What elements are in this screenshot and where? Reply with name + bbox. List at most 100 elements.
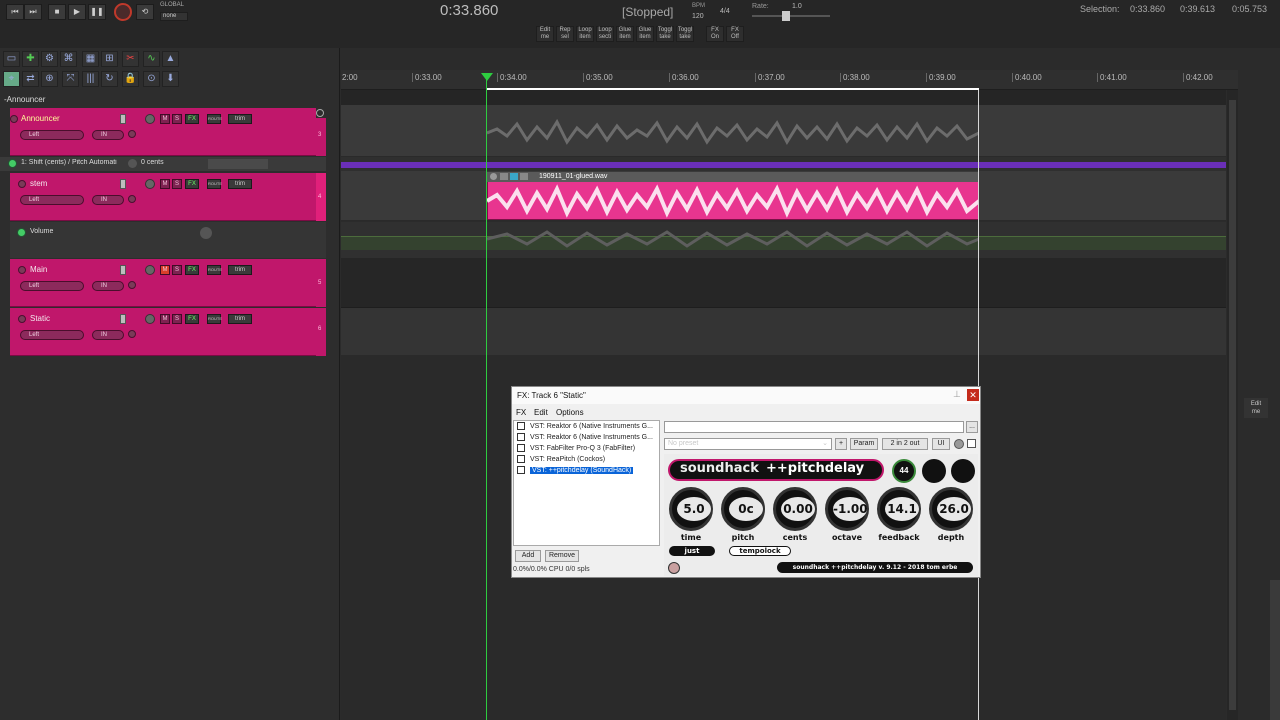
metronome-icon[interactable]: ▲: [162, 51, 179, 67]
select-tool-icon[interactable]: ⌖: [3, 71, 20, 87]
fx-list-item[interactable]: VST: Reaktor 6 (Native Instruments G...: [517, 422, 653, 433]
envelope-power-icon[interactable]: [8, 159, 17, 168]
snap-icon[interactable]: ⊕: [41, 71, 58, 87]
new-track-icon[interactable]: ▭: [3, 51, 20, 67]
zoom-icon[interactable]: ⊙: [143, 71, 160, 87]
trim-button[interactable]: trim: [228, 179, 252, 189]
toolbar-glue2-button[interactable]: Glue item: [636, 26, 654, 42]
route-button[interactable]: ROUTE: [207, 265, 222, 275]
add-fx-button[interactable]: Add: [515, 550, 541, 562]
solo-button[interactable]: S: [172, 265, 182, 275]
global-automation-select[interactable]: none: [160, 12, 188, 21]
monitor-icon[interactable]: [128, 330, 136, 338]
bypass-checkbox[interactable]: [517, 455, 525, 463]
pan-knob[interactable]: [145, 314, 155, 324]
lock-icon[interactable]: 🔒: [122, 71, 139, 87]
toolbar-fx-on-button[interactable]: FX On: [706, 26, 724, 42]
toolbar-toggle-take2-button[interactable]: Toggl take: [676, 26, 694, 42]
toolbar-loop-item-button[interactable]: Loop item: [576, 26, 594, 42]
add-icon[interactable]: ✚: [22, 51, 39, 67]
trim-button[interactable]: trim: [228, 314, 252, 324]
time-signature[interactable]: 4/4: [720, 8, 730, 15]
crossfade-icon[interactable]: ⤧: [62, 71, 79, 87]
toolbar-fx-off-button[interactable]: FX Off: [726, 26, 744, 42]
plugin-name-field[interactable]: [664, 421, 964, 433]
fx-list-item[interactable]: VST: ReaPitch (Cockos): [517, 455, 605, 466]
track-name[interactable]: Announcer: [21, 114, 60, 123]
stop-button[interactable]: ■: [48, 4, 66, 20]
edit-cursor[interactable]: [486, 78, 487, 720]
input-select[interactable]: Left: [20, 330, 84, 340]
more-button[interactable]: ...: [966, 421, 978, 433]
route-button[interactable]: ROUTE: [207, 179, 222, 189]
toolbar-glue-button[interactable]: Glue item: [616, 26, 634, 42]
depth-knob[interactable]: 26.0: [929, 487, 973, 531]
envelope-icon[interactable]: ∿: [143, 51, 160, 67]
input-monitor-button[interactable]: IN: [92, 195, 124, 205]
tempolock-toggle[interactable]: tempolock: [729, 546, 791, 556]
loop-icon[interactable]: ↻: [101, 71, 118, 87]
volume-fader[interactable]: [120, 265, 126, 275]
preset-select[interactable]: No preset ⌄: [664, 438, 832, 450]
fx-button[interactable]: FX: [185, 314, 199, 324]
fx-list-item[interactable]: VST: Reaktor 6 (Native Instruments G...: [517, 433, 653, 444]
ripple-icon[interactable]: ⇄: [22, 71, 39, 87]
settings-icon[interactable]: ⚙: [41, 51, 58, 67]
remove-fx-button[interactable]: Remove: [545, 550, 579, 562]
bypass-checkbox[interactable]: [517, 422, 525, 430]
download-icon[interactable]: ⬇: [162, 71, 179, 87]
go-end-icon[interactable]: ⏭: [24, 4, 42, 20]
solo-button[interactable]: S: [172, 114, 182, 124]
pan-knob[interactable]: [145, 114, 155, 124]
item-fx-icon[interactable]: [500, 173, 508, 180]
repeat-icon[interactable]: ⟲: [136, 4, 154, 20]
track-name[interactable]: Static: [30, 314, 50, 323]
ui-button[interactable]: UI: [932, 438, 950, 450]
toolbar-rep-button[interactable]: Rep sel: [556, 26, 574, 42]
item-take-icon[interactable]: [510, 173, 518, 180]
input-select[interactable]: Left: [20, 195, 84, 205]
input-monitor-button[interactable]: IN: [92, 130, 124, 140]
monitor-icon[interactable]: [128, 130, 136, 138]
input-select[interactable]: Left: [20, 281, 84, 291]
selection-start[interactable]: 0:33.860: [1130, 4, 1165, 14]
time-selection-bar[interactable]: [487, 88, 979, 90]
docker-tabs[interactable]: [1270, 580, 1280, 720]
toolbar-toggle-take-button[interactable]: Toggl take: [656, 26, 674, 42]
cents-knob[interactable]: 0.00: [773, 487, 817, 531]
grid-lines-icon[interactable]: |||: [82, 71, 99, 87]
bypass-plugin-checkbox[interactable]: [967, 439, 976, 448]
monitor-icon[interactable]: [128, 281, 136, 289]
io-button[interactable]: 2 in 2 out: [882, 438, 928, 450]
envelope-power-icon[interactable]: [17, 228, 26, 237]
routing-icon[interactable]: ⌘: [60, 51, 77, 67]
selection-length[interactable]: 0:05.753: [1232, 4, 1267, 14]
record-button[interactable]: [114, 3, 132, 21]
route-button[interactable]: ROUTE: [207, 114, 222, 124]
preset-add-button[interactable]: +: [835, 438, 847, 450]
volume-fader[interactable]: [120, 179, 126, 189]
pin-icon[interactable]: ⊥: [953, 389, 961, 400]
fx-button[interactable]: FX: [185, 114, 199, 124]
power-icon[interactable]: [668, 562, 680, 574]
envelope-buttons[interactable]: [208, 159, 268, 169]
pan-knob[interactable]: [145, 265, 155, 275]
fx-button[interactable]: FX: [185, 179, 199, 189]
grid-icon[interactable]: ▦: [82, 51, 99, 67]
folder-collapse-icon[interactable]: [316, 109, 324, 117]
mute-button[interactable]: M: [160, 314, 170, 324]
bypass-checkbox[interactable]: [517, 444, 525, 452]
bypass-checkbox[interactable]: [517, 433, 525, 441]
record-arm-icon[interactable]: [18, 315, 26, 323]
output-knob[interactable]: [951, 459, 975, 483]
split-icon[interactable]: ⊞: [101, 51, 118, 67]
mute-button[interactable]: M: [160, 265, 170, 275]
pause-button[interactable]: ❚❚: [88, 4, 106, 20]
item-env-icon[interactable]: [520, 173, 528, 180]
solo-button[interactable]: S: [172, 314, 182, 324]
monitor-icon[interactable]: [128, 195, 136, 203]
time-display[interactable]: 0:33.860: [440, 2, 498, 19]
trim-button[interactable]: trim: [228, 114, 252, 124]
menu-fx[interactable]: FX: [516, 408, 526, 417]
selection-end[interactable]: 0:39.613: [1180, 4, 1215, 14]
